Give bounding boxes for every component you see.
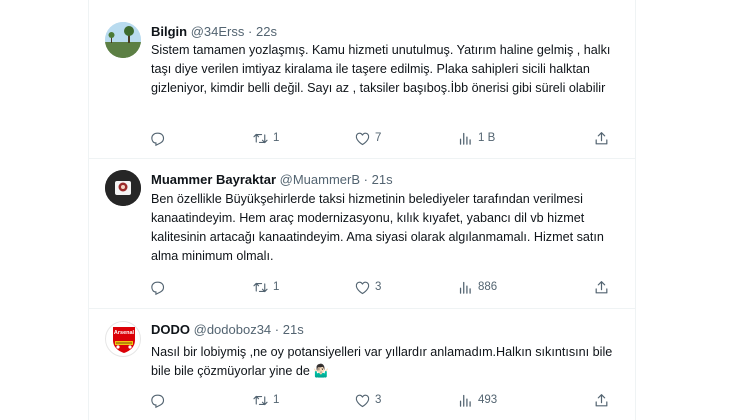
views-count: 886 — [478, 281, 498, 293]
arsenal-crest-avatar: Arsenal — [113, 327, 135, 353]
like-button[interactable]: 7 — [354, 128, 381, 148]
avatar[interactable] — [105, 22, 141, 58]
tweet[interactable]: Arsenal DODO @dodoboz34 · 21s Nasıl bir … — [89, 308, 635, 420]
heart-icon — [355, 132, 370, 145]
retweet-icon — [253, 133, 268, 143]
reply-icon — [151, 132, 165, 146]
like-button[interactable]: 3 — [354, 277, 381, 297]
timestamp[interactable]: 22s — [256, 24, 277, 39]
retweet-button[interactable]: 1 — [252, 390, 279, 410]
like-count: 3 — [375, 281, 382, 293]
landscape-avatar-image — [105, 22, 141, 58]
user-handle[interactable]: @dodoboz34 — [194, 322, 272, 337]
tweet-actions: 1 7 1 B — [145, 128, 615, 148]
display-name[interactable]: Muammer Bayraktar — [151, 172, 276, 187]
avatar[interactable]: Arsenal — [105, 321, 141, 357]
reply-button[interactable] — [149, 390, 170, 410]
heart-icon — [355, 394, 370, 407]
retweet-count: 1 — [273, 281, 280, 293]
share-button[interactable] — [593, 390, 610, 410]
tweet-header: Muammer Bayraktar @MuammerB · 21s — [151, 172, 393, 188]
views-icon — [459, 281, 471, 294]
separator-dot: · — [248, 24, 253, 39]
like-button[interactable]: 3 — [354, 390, 381, 410]
heart-icon — [355, 281, 370, 294]
user-handle[interactable]: @34Erss — [191, 24, 245, 39]
separator-dot: · — [363, 172, 368, 187]
retweet-icon — [253, 282, 268, 292]
reply-icon — [151, 281, 165, 295]
views-button[interactable]: 493 — [457, 390, 497, 410]
views-icon — [459, 394, 471, 407]
tweet-header: Bilgin @34Erss · 22s — [151, 24, 277, 40]
like-count: 7 — [375, 132, 382, 144]
views-button[interactable]: 1 B — [457, 128, 495, 148]
reply-button[interactable] — [149, 277, 170, 297]
like-count: 3 — [375, 394, 382, 406]
tweet[interactable]: Muammer Bayraktar @MuammerB · 21s Ben öz… — [89, 158, 635, 309]
retweet-count: 1 — [273, 394, 280, 406]
retweet-count: 1 — [273, 132, 280, 144]
timeline: Bilgin @34Erss · 22s Sistem tamamen yozl… — [88, 0, 636, 420]
tweet-text: Sistem tamamen yozlaşmış. Kamu hizmeti u… — [151, 43, 611, 95]
tweet[interactable]: Bilgin @34Erss · 22s Sistem tamamen yozl… — [89, 10, 635, 159]
user-handle[interactable]: @MuammerB — [280, 172, 360, 187]
share-icon — [595, 393, 608, 406]
display-name[interactable]: DODO — [151, 322, 190, 337]
retweet-button[interactable]: 1 — [252, 128, 279, 148]
tweet-actions: 1 3 886 — [145, 277, 615, 297]
reply-button[interactable] — [149, 128, 170, 148]
separator-dot: · — [274, 322, 280, 337]
views-count: 493 — [478, 394, 498, 406]
share-button[interactable] — [593, 128, 610, 148]
portrait-avatar-image — [105, 170, 141, 206]
tweet-text: Ben özellikle Büyükşehirlerde taksi hizm… — [151, 192, 604, 263]
display-name[interactable]: Bilgin — [151, 24, 187, 39]
tweet-text: Nasıl bir lobiymiş ,ne oy potansiyelleri… — [151, 345, 613, 378]
share-icon — [595, 131, 608, 144]
reply-icon — [151, 394, 165, 408]
tweet-header: DODO @dodoboz34 · 21s — [151, 322, 304, 338]
share-icon — [595, 280, 608, 293]
views-count: 1 B — [478, 132, 496, 144]
retweet-icon — [253, 395, 268, 405]
tweet-actions: 1 3 493 — [145, 390, 615, 410]
views-icon — [459, 132, 471, 145]
avatar[interactable] — [105, 170, 141, 206]
share-button[interactable] — [593, 277, 610, 297]
timestamp[interactable]: 21s — [283, 322, 304, 337]
views-button[interactable]: 886 — [457, 277, 497, 297]
avatar-crest-text: Arsenal — [114, 330, 135, 336]
retweet-button[interactable]: 1 — [252, 277, 279, 297]
timestamp[interactable]: 21s — [372, 172, 393, 187]
